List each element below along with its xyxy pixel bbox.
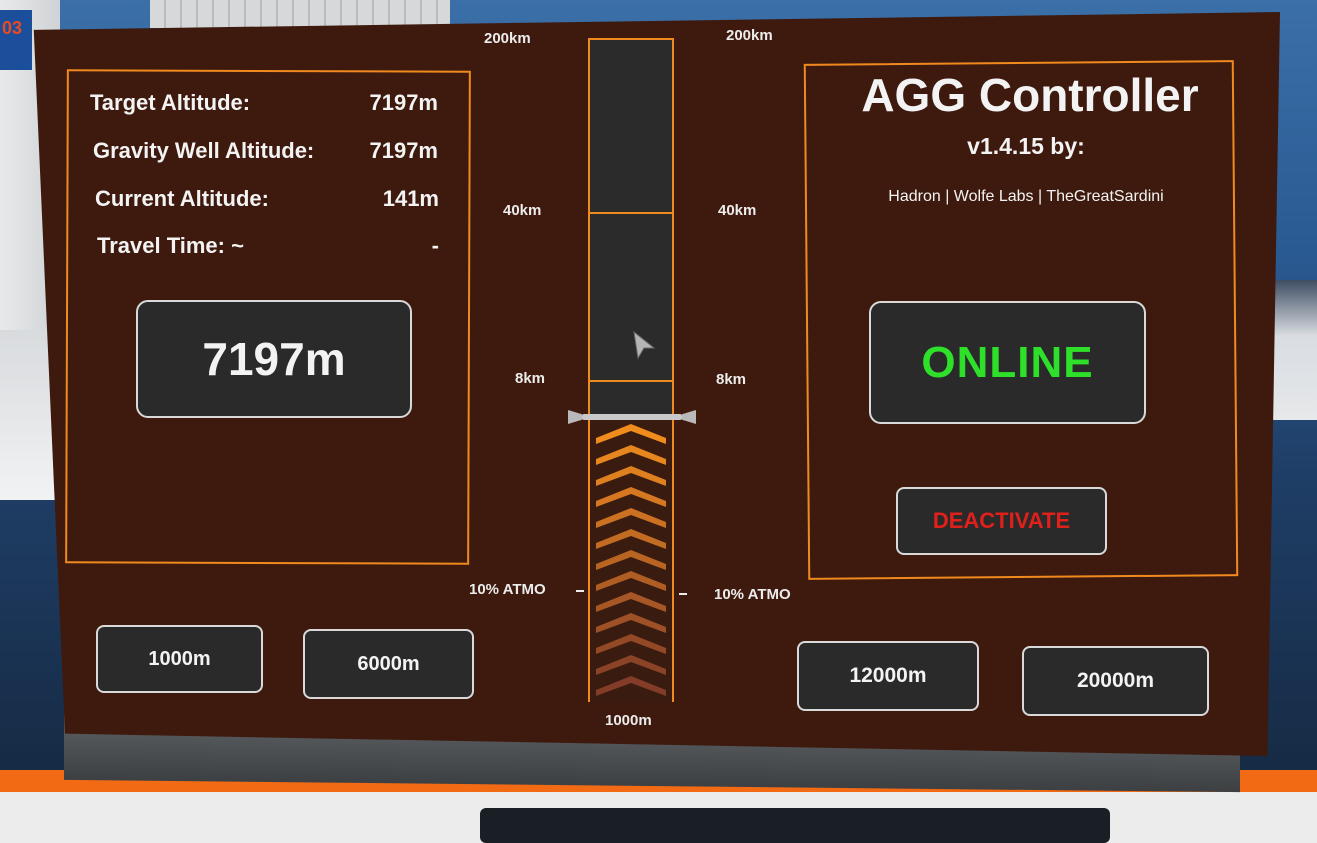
gravity-well-altitude-label: Gravity Well Altitude: bbox=[93, 138, 315, 163]
chevron-stack bbox=[596, 424, 666, 696]
scale-right-10pct-atmo: 10% ATMO bbox=[714, 586, 791, 603]
mouse-cursor-icon bbox=[633, 330, 656, 360]
chevron-mark bbox=[596, 655, 666, 675]
travel-time-label: Travel Time: ~ bbox=[97, 233, 244, 258]
scale-left-200km: 200km bbox=[484, 30, 531, 47]
chevron-mark bbox=[596, 571, 666, 591]
target-altitude-display[interactable]: 7197m bbox=[136, 300, 412, 418]
chevron-mark bbox=[596, 466, 666, 486]
chevron-mark bbox=[596, 445, 666, 465]
scale-right-40km: 40km bbox=[718, 202, 757, 219]
chevron-mark bbox=[596, 676, 666, 696]
preset-6000m-button[interactable]: 6000m bbox=[303, 629, 474, 699]
deactivate-label: DEACTIVATE bbox=[932, 508, 1071, 533]
monitor-stand bbox=[480, 808, 1110, 843]
target-altitude-label: Target Altitude: bbox=[90, 90, 251, 115]
scale-left-8km: 8km bbox=[515, 370, 546, 387]
preset-12000m-button[interactable]: 12000m bbox=[797, 641, 979, 711]
preset-12000m-label: 12000m bbox=[849, 664, 927, 687]
background-sign: 03 bbox=[0, 10, 32, 70]
slider-cap-left bbox=[568, 410, 582, 424]
chevron-mark bbox=[596, 529, 666, 549]
preset-1000m-button[interactable]: 1000m bbox=[96, 625, 263, 693]
tick-left-atmo bbox=[576, 590, 584, 592]
controller-authors: Hadron | Wolfe Labs | TheGreatSardini bbox=[888, 188, 1164, 205]
status-display[interactable]: ONLINE bbox=[869, 301, 1146, 424]
scale-right-200km: 200km bbox=[726, 27, 773, 44]
target-altitude-row: Target Altitude: 7197m bbox=[90, 90, 438, 116]
controller-version: v1.4.15 by: bbox=[967, 133, 1085, 159]
slider-cap-right bbox=[682, 410, 696, 424]
travel-time-value: - bbox=[431, 233, 439, 258]
preset-20000m-label: 20000m bbox=[1076, 669, 1155, 692]
gravity-well-altitude-row: Gravity Well Altitude: 7197m bbox=[93, 138, 438, 164]
preset-6000m-label: 6000m bbox=[357, 652, 420, 675]
chevron-mark bbox=[596, 550, 666, 570]
travel-time-row: Travel Time: ~ - bbox=[97, 233, 439, 259]
chevron-mark bbox=[596, 487, 666, 507]
background-structure bbox=[150, 0, 450, 28]
controller-title: AGG Controller bbox=[861, 69, 1199, 121]
gravity-well-altitude-value: 7197m bbox=[369, 138, 438, 163]
status-text: ONLINE bbox=[921, 337, 1094, 387]
chevron-mark bbox=[596, 613, 666, 633]
scale-right-8km: 8km bbox=[716, 371, 747, 388]
gauge-divider-40km bbox=[590, 212, 672, 214]
current-altitude-label: Current Altitude: bbox=[95, 186, 269, 211]
scale-left-10pct-atmo: 10% ATMO bbox=[469, 581, 546, 598]
preset-1000m-label: 1000m bbox=[148, 647, 211, 670]
target-altitude-value: 7197m bbox=[369, 90, 438, 115]
current-altitude-value: 141m bbox=[382, 186, 439, 211]
scale-left-40km: 40km bbox=[503, 202, 542, 219]
chevron-mark bbox=[596, 634, 666, 654]
chevron-mark bbox=[596, 592, 666, 612]
gauge-chevron-area bbox=[590, 418, 672, 702]
deactivate-button[interactable]: DEACTIVATE bbox=[896, 487, 1107, 555]
slider-bar bbox=[582, 414, 682, 420]
altitude-gauge[interactable] bbox=[588, 38, 674, 702]
target-altitude-display-value: 7197m bbox=[202, 333, 346, 385]
scale-bottom-1000m: 1000m bbox=[605, 712, 652, 729]
gauge-divider-8km bbox=[590, 380, 672, 382]
chevron-mark bbox=[596, 508, 666, 528]
current-altitude-row: Current Altitude: 141m bbox=[95, 186, 439, 212]
chevron-mark bbox=[596, 424, 666, 444]
preset-20000m-button[interactable]: 20000m bbox=[1022, 646, 1209, 716]
altitude-slider-handle[interactable] bbox=[568, 410, 696, 424]
tick-right-atmo bbox=[679, 593, 687, 595]
